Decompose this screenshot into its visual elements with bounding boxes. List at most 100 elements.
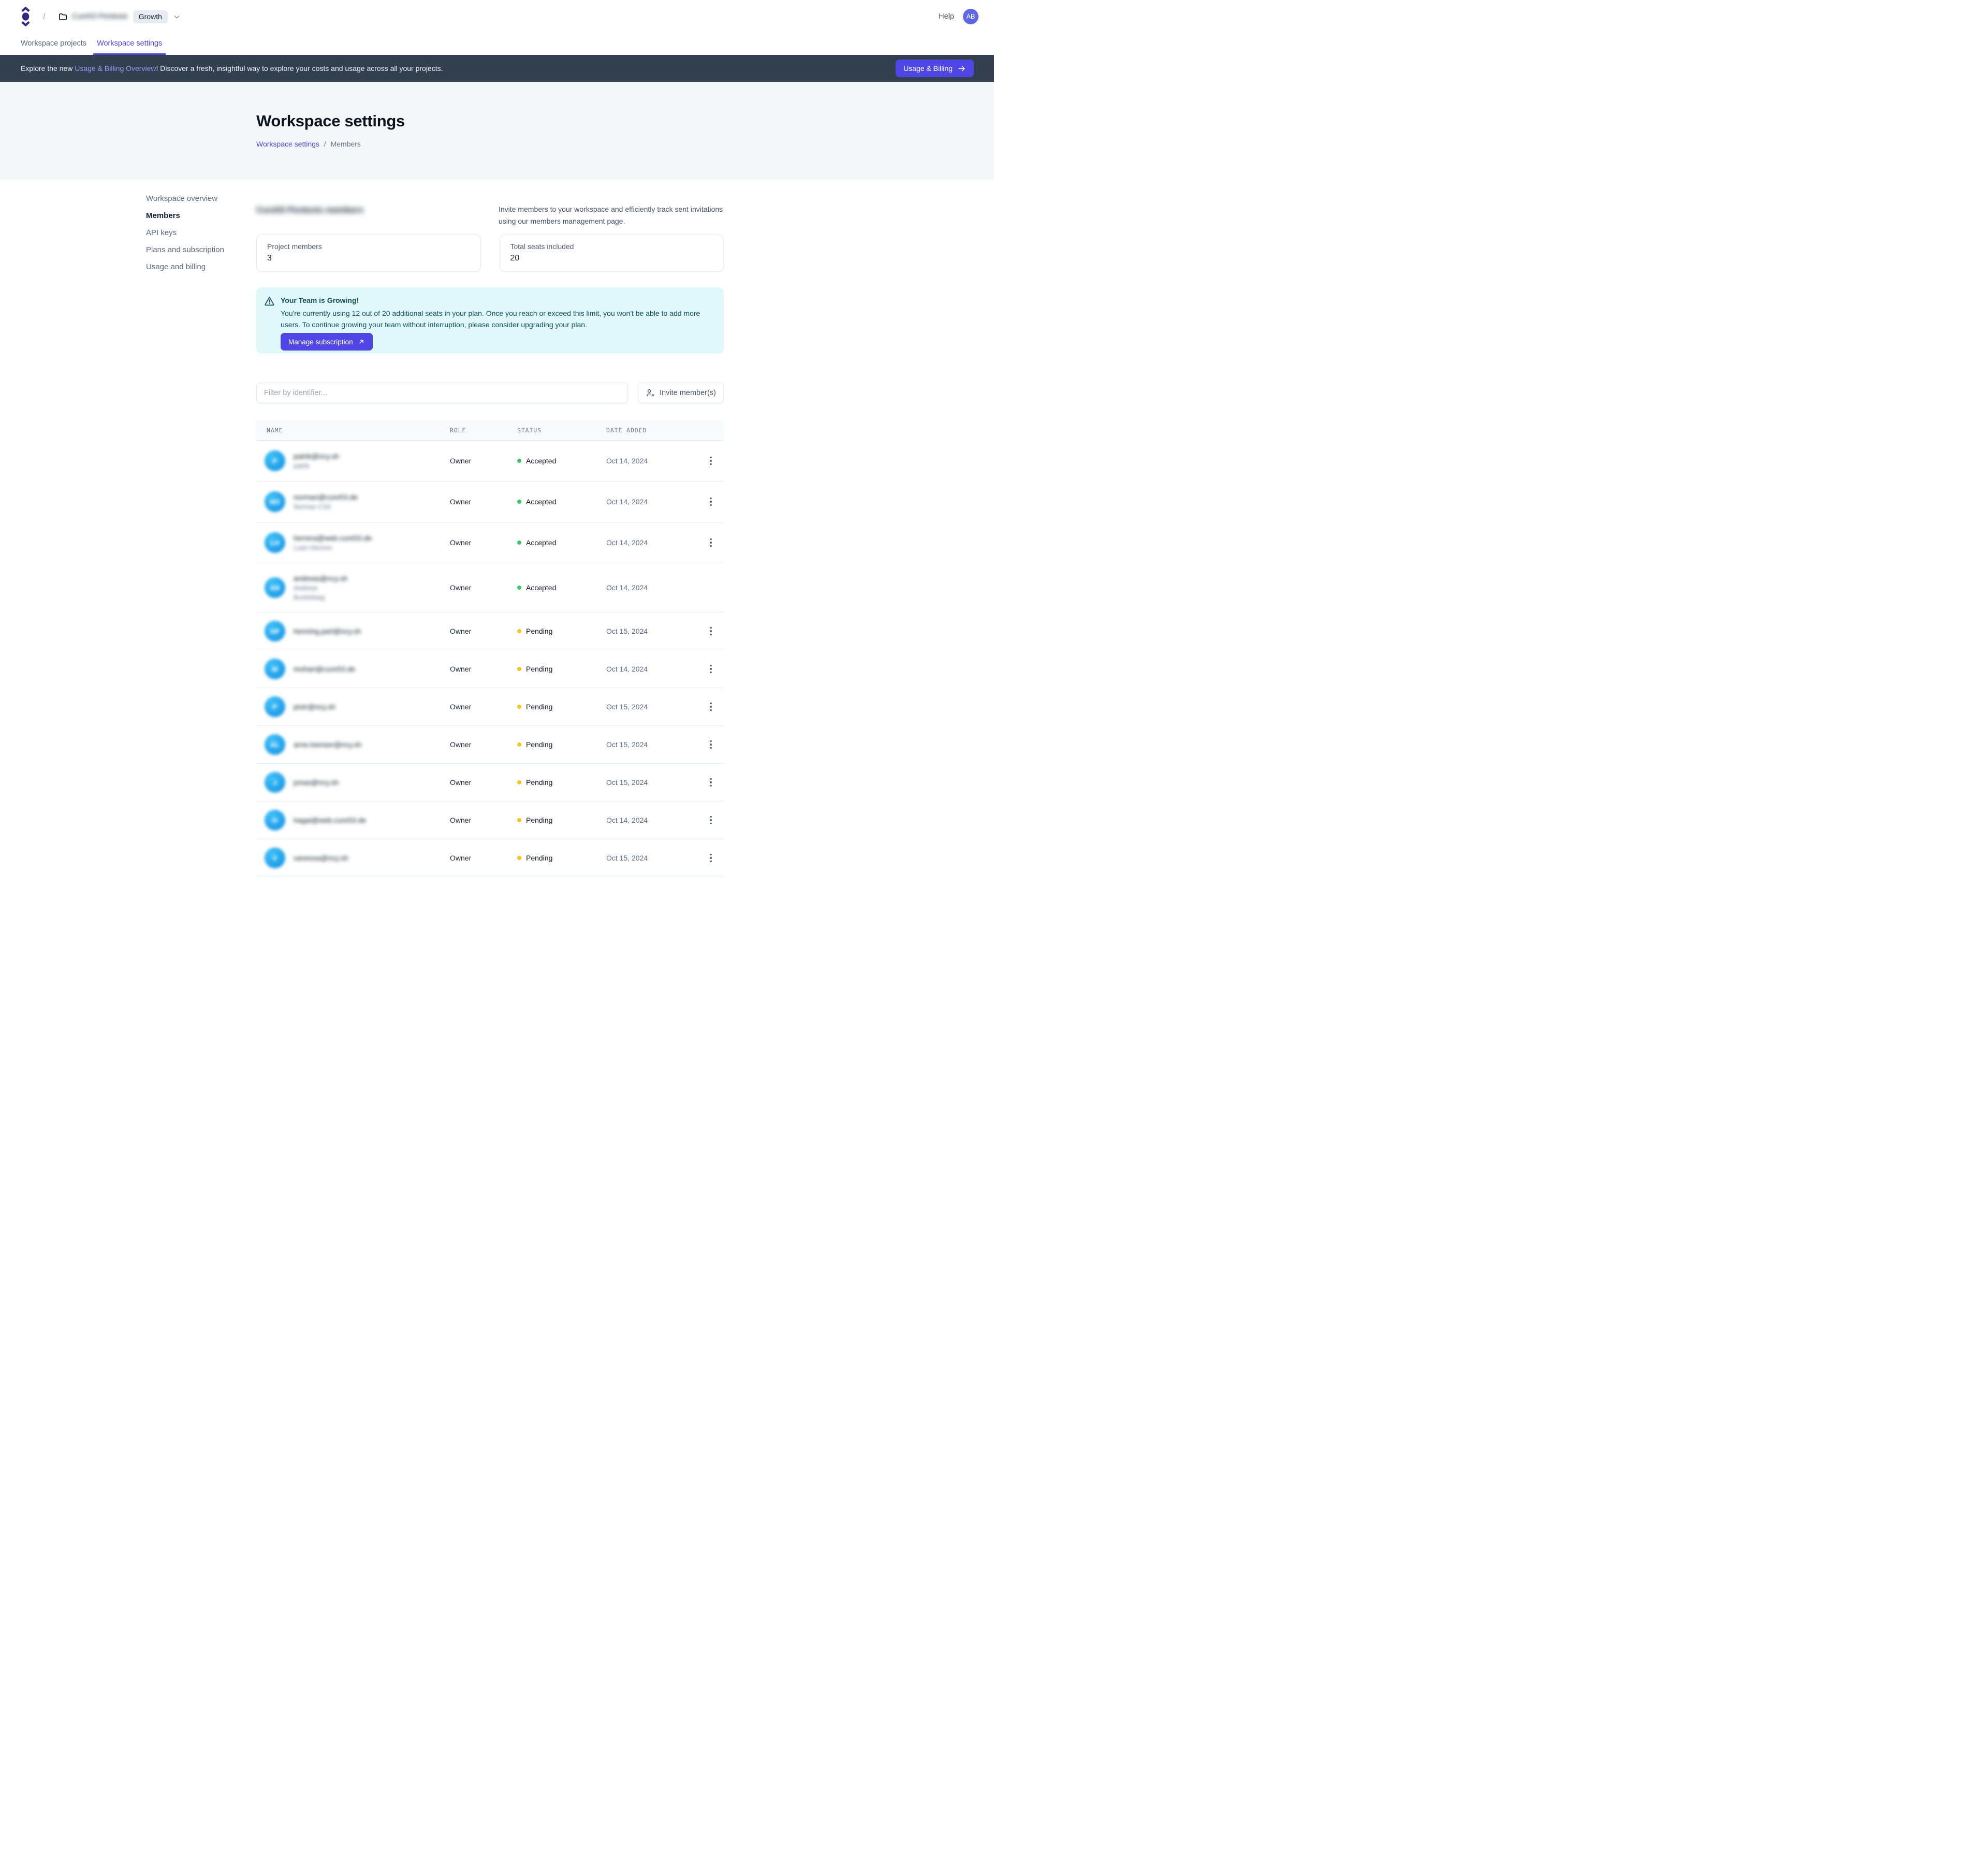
member-name-cell: hagai@web.cure53.de (294, 816, 366, 824)
member-email: jonas@ncy.sh (294, 778, 339, 786)
row-menu-kebab-icon[interactable] (704, 688, 718, 725)
member-role: Owner (450, 441, 471, 481)
app-logo-icon[interactable] (21, 6, 31, 27)
column-header-status: STATUS (517, 427, 542, 434)
team-growing-notice: Your Team is Growing! You're currently u… (256, 287, 724, 354)
row-menu-kebab-icon[interactable] (704, 650, 718, 688)
table-row: Vvanessa@ncy.shOwnerPendingOct 15, 2024 (256, 839, 724, 877)
sidebar-item-usage-and-billing[interactable]: Usage and billing (146, 263, 244, 272)
member-date-added: Oct 15, 2024 (606, 688, 648, 725)
row-menu-kebab-icon[interactable] (704, 726, 718, 763)
member-name-cell: arne.loenser@ncy.sh (294, 740, 361, 749)
content-area: Workspace overview Members API keys Plans a… (0, 180, 994, 933)
member-name-cell: patrik@ncy.shpatrik (294, 452, 339, 470)
table-row: HPhenning.parl@ncy.shOwnerPendingOct 15,… (256, 613, 724, 650)
top-bar: / Cure53 Pentests Growth Help AB (0, 0, 994, 33)
member-role: Owner (450, 563, 471, 612)
member-role: Owner (450, 650, 471, 688)
member-avatar: NO (265, 491, 285, 512)
member-date-added: Oct 15, 2024 (606, 764, 648, 801)
member-avatar: AL (265, 734, 285, 755)
row-menu-kebab-icon[interactable] (704, 482, 718, 522)
member-date-added: Oct 14, 2024 (606, 563, 648, 612)
breadcrumb: Workspace settings / Members (256, 140, 361, 148)
user-avatar[interactable]: AB (963, 9, 978, 24)
row-menu-kebab-icon[interactable] (704, 764, 718, 801)
member-display-name: Buckelwag (294, 594, 347, 601)
sidebar-item-workspace-overview[interactable]: Workspace overview (146, 194, 244, 203)
member-role: Owner (450, 726, 471, 763)
member-stats: Project members3 Total seats included20 (256, 235, 724, 272)
member-avatar: LH (265, 532, 285, 553)
table-row: ABandreas@ncy.shAndreasBuckelwagOwnerAcc… (256, 563, 724, 613)
status-label: Pending (526, 778, 552, 786)
help-link[interactable]: Help (939, 12, 954, 21)
status-label: Pending (526, 703, 552, 711)
usage-billing-button-label: Usage & Billing (903, 64, 953, 72)
member-display-name: Norman CS3 (294, 503, 358, 511)
manage-subscription-button[interactable]: Manage subscription (281, 333, 373, 351)
row-menu-kebab-icon[interactable] (704, 839, 718, 877)
tab-workspace-settings[interactable]: Workspace settings (93, 33, 166, 55)
table-row: Ppiotr@ncy.shOwnerPendingOct 15, 2024 (256, 688, 724, 726)
status-dot (517, 856, 521, 860)
member-email: herrera@web.cure53.de (294, 534, 372, 542)
member-status: Accepted (517, 563, 556, 612)
stat-card-project-members: Project members3 (256, 235, 481, 272)
notice-title: Your Team is Growing! (281, 296, 359, 304)
row-menu-kebab-icon[interactable] (704, 801, 718, 839)
member-name-cell: andreas@ncy.shAndreasBuckelwag (294, 574, 347, 601)
member-date-added: Oct 14, 2024 (606, 482, 648, 522)
member-role: Owner (450, 839, 471, 877)
table-row: Ppatrik@ncy.shpatrikOwnerAcceptedOct 14,… (256, 441, 724, 482)
plan-badge[interactable]: Growth (133, 10, 168, 23)
member-date-added: Oct 14, 2024 (606, 441, 648, 481)
member-avatar: H (265, 810, 285, 830)
notice-body: You're currently using 12 out of 20 addi… (281, 308, 709, 330)
member-role: Owner (450, 801, 471, 839)
sidebar-item-members[interactable]: Members (146, 211, 244, 221)
member-email: norman@cure53.de (294, 493, 358, 501)
settings-side-nav: Workspace overview Members API keys Plans a… (146, 194, 244, 280)
member-avatar: M (265, 659, 285, 679)
member-avatar: V (265, 848, 285, 868)
tab-workspace-projects[interactable]: Workspace projects (17, 33, 90, 55)
status-dot (517, 629, 521, 633)
member-date-added: Oct 15, 2024 (606, 613, 648, 650)
invite-members-button[interactable]: Invite member(s) (638, 383, 724, 403)
member-display-name: Luan Herrera (294, 544, 372, 551)
usage-billing-banner: Explore the new Usage & Billing Overview… (0, 55, 994, 82)
banner-text: Explore the new Usage & Billing Overview… (21, 64, 443, 72)
row-menu-kebab-icon[interactable] (704, 441, 718, 481)
status-dot (517, 541, 521, 545)
usage-billing-overview-link[interactable]: Usage & Billing Overview (75, 64, 156, 72)
arrow-right-icon (957, 64, 966, 73)
status-label: Accepted (526, 584, 556, 592)
sidebar-item-api-keys[interactable]: API keys (146, 228, 244, 238)
members-toolbar: Invite member(s) (256, 383, 724, 403)
usage-billing-button[interactable]: Usage & Billing (896, 60, 974, 77)
invite-members-label: Invite member(s) (660, 389, 716, 397)
workspace-name[interactable]: Cure53 Pentests (72, 12, 128, 21)
sidebar-item-plans-and-subscription[interactable]: Plans and subscription (146, 245, 244, 255)
table-row: ALarne.loenser@ncy.shOwnerPendingOct 15,… (256, 726, 724, 764)
member-name-cell: mohan@cure53.de (294, 665, 355, 673)
member-status: Pending (517, 613, 552, 650)
chevron-down-icon[interactable] (172, 12, 181, 21)
stat-label: Project members (267, 242, 470, 251)
members-table-header: NAMEROLESTATUSDATE ADDED (256, 420, 724, 441)
member-name-cell: vanessa@ncy.sh (294, 854, 348, 862)
row-menu-kebab-icon[interactable] (704, 522, 718, 563)
filter-input[interactable] (256, 383, 628, 403)
status-label: Pending (526, 665, 552, 673)
page-title: Workspace settings (256, 112, 405, 130)
member-date-added: Oct 14, 2024 (606, 801, 648, 839)
stat-card-total-seats-included: Total seats included20 (500, 235, 724, 272)
workspace-tabs: Workspace projectsWorkspace settings (0, 33, 994, 55)
status-label: Accepted (526, 457, 556, 465)
member-status: Pending (517, 801, 552, 839)
status-dot (517, 742, 521, 747)
member-role: Owner (450, 764, 471, 801)
row-menu-kebab-icon[interactable] (704, 613, 718, 650)
breadcrumb-settings-link[interactable]: Workspace settings (256, 140, 319, 148)
